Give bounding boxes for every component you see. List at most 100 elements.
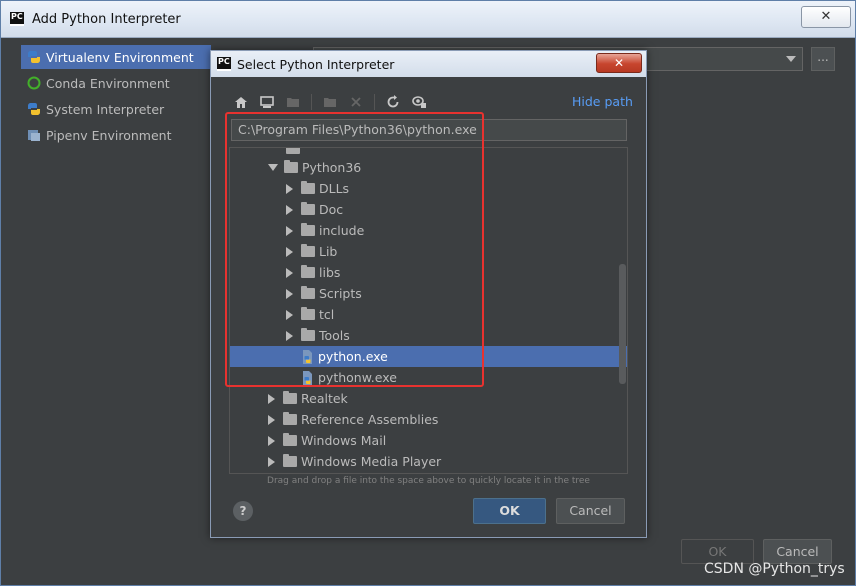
folder-icon bbox=[301, 202, 315, 215]
expand-arrow-right-icon[interactable] bbox=[286, 267, 293, 278]
watermark-text: CSDN @Python_trys bbox=[704, 561, 845, 577]
expand-arrow-right-icon[interactable] bbox=[268, 456, 275, 467]
tree-row-label: Lib bbox=[319, 244, 338, 259]
expand-arrow-right-icon[interactable] bbox=[268, 435, 275, 446]
tree-row[interactable]: Lib bbox=[230, 241, 627, 262]
expand-arrow-right-icon[interactable] bbox=[286, 330, 293, 341]
env-item-label: Pipenv Environment bbox=[46, 127, 172, 143]
folder-icon bbox=[301, 181, 315, 194]
pipenv-icon bbox=[28, 130, 40, 141]
window-close-button[interactable]: ✕ bbox=[801, 6, 851, 28]
pycharm-logo-icon: PC bbox=[217, 57, 231, 71]
tree-row[interactable]: Python36 bbox=[230, 157, 627, 178]
delete-icon[interactable] bbox=[348, 94, 364, 110]
expand-arrow-down-icon[interactable] bbox=[268, 164, 278, 171]
expand-arrow-right-icon[interactable] bbox=[286, 225, 293, 236]
env-item-label: Conda Environment bbox=[46, 75, 170, 91]
tree-row[interactable]: Windows Mail bbox=[230, 430, 627, 451]
python-file-icon bbox=[303, 349, 312, 364]
tree-row-label: Scripts bbox=[319, 286, 362, 301]
python-file-icon bbox=[303, 370, 312, 385]
tree-row-label: python.exe bbox=[318, 349, 388, 364]
home-icon[interactable] bbox=[233, 94, 249, 110]
env-item-virtualenv[interactable]: Virtualenv Environment bbox=[21, 45, 211, 69]
toolbar-divider bbox=[374, 94, 375, 110]
show-hidden-icon[interactable] bbox=[411, 94, 427, 110]
dialog-cancel-button[interactable]: Cancel bbox=[556, 498, 625, 524]
tree-row[interactable]: Realtek bbox=[230, 388, 627, 409]
tree-row-label: Reference Assemblies bbox=[301, 412, 439, 427]
new-folder-icon[interactable] bbox=[285, 94, 301, 110]
tree-row-label: Realtek bbox=[301, 391, 348, 406]
env-item-system[interactable]: System Interpreter bbox=[21, 97, 211, 121]
folder-icon bbox=[284, 160, 298, 173]
tree-row-selected[interactable]: python.exe bbox=[230, 346, 627, 367]
drag-drop-hint: Drag and drop a file into the space abov… bbox=[267, 476, 590, 486]
expand-arrow-right-icon[interactable] bbox=[268, 414, 275, 425]
tree-row-label: tcl bbox=[319, 307, 335, 322]
expand-arrow-right-icon[interactable] bbox=[286, 309, 293, 320]
dialog-titlebar: PC Select Python Interpreter ✕ bbox=[211, 51, 646, 77]
tree-row[interactable]: libs bbox=[230, 262, 627, 283]
file-tree[interactable]: Python36 DLLs Doc include Lib libs Scrip… bbox=[229, 147, 628, 474]
expand-arrow-right-icon[interactable] bbox=[268, 393, 275, 404]
tree-row[interactable]: Windows Media Player bbox=[230, 451, 627, 472]
tree-row-label: Python36 bbox=[302, 160, 362, 175]
tree-row[interactable]: Reference Assemblies bbox=[230, 409, 627, 430]
dialog-ok-button[interactable]: OK bbox=[473, 498, 546, 524]
folder-icon bbox=[301, 286, 315, 299]
pycharm-logo-icon: PC bbox=[10, 12, 24, 26]
browse-button[interactable]: ... bbox=[811, 47, 835, 71]
folder-icon bbox=[301, 328, 315, 341]
folder-icon bbox=[283, 454, 297, 467]
hide-path-link[interactable]: Hide path bbox=[572, 94, 633, 109]
path-input[interactable]: C:\Program Files\Python36\python.exe bbox=[231, 119, 627, 141]
expand-arrow-right-icon[interactable] bbox=[286, 204, 293, 215]
move-icon[interactable] bbox=[322, 94, 338, 110]
tree-row[interactable]: Tools bbox=[230, 325, 627, 346]
env-item-label: Virtualenv Environment bbox=[46, 49, 194, 65]
folder-icon bbox=[301, 265, 315, 278]
tree-row-label: Doc bbox=[319, 202, 344, 217]
chevron-down-icon bbox=[786, 56, 796, 62]
folder-icon bbox=[283, 391, 297, 404]
conda-icon bbox=[27, 76, 41, 90]
folder-icon bbox=[301, 307, 315, 320]
tree-row[interactable]: DLLs bbox=[230, 178, 627, 199]
env-item-pipenv[interactable]: Pipenv Environment bbox=[21, 123, 211, 147]
folder-icon bbox=[286, 148, 300, 154]
tree-row-label: Windows Media Player bbox=[301, 454, 442, 469]
refresh-icon[interactable] bbox=[385, 94, 401, 110]
tree-row[interactable]: Scripts bbox=[230, 283, 627, 304]
dialog-title: Select Python Interpreter bbox=[237, 57, 395, 72]
tree-row-label: include bbox=[319, 223, 365, 238]
tree-row[interactable]: tcl bbox=[230, 304, 627, 325]
env-item-conda[interactable]: Conda Environment bbox=[21, 71, 211, 95]
folder-icon bbox=[283, 433, 297, 446]
dialog-close-button[interactable]: ✕ bbox=[596, 53, 642, 73]
expand-arrow-right-icon[interactable] bbox=[286, 183, 293, 194]
expand-arrow-right-icon[interactable] bbox=[286, 288, 293, 299]
expand-arrow-right-icon[interactable] bbox=[286, 246, 293, 257]
tree-row[interactable]: pythonw.exe bbox=[230, 367, 627, 388]
file-toolbar bbox=[233, 93, 437, 111]
folder-icon bbox=[301, 223, 315, 236]
tree-row[interactable]: Doc bbox=[230, 199, 627, 220]
help-button[interactable]: ? bbox=[233, 501, 253, 521]
toolbar-divider bbox=[311, 94, 312, 110]
window-title: Add Python Interpreter bbox=[32, 12, 181, 27]
tree-row-label: DLLs bbox=[319, 181, 350, 196]
python-icon bbox=[27, 103, 41, 115]
env-item-label: System Interpreter bbox=[46, 101, 165, 117]
tree-row-label: libs bbox=[319, 265, 341, 280]
tree-row-label: Windows Mail bbox=[301, 433, 387, 448]
tree-row[interactable]: include bbox=[230, 220, 627, 241]
folder-icon bbox=[283, 412, 297, 425]
tree-row-label: pythonw.exe bbox=[318, 370, 397, 385]
tree-row-label: Tools bbox=[319, 328, 350, 343]
folder-icon bbox=[301, 244, 315, 257]
tree-scrollbar-thumb[interactable] bbox=[619, 264, 626, 384]
desktop-icon[interactable] bbox=[259, 94, 275, 110]
window-titlebar: PC Add Python Interpreter ✕ bbox=[1, 1, 855, 38]
virtualenv-icon bbox=[27, 51, 41, 63]
